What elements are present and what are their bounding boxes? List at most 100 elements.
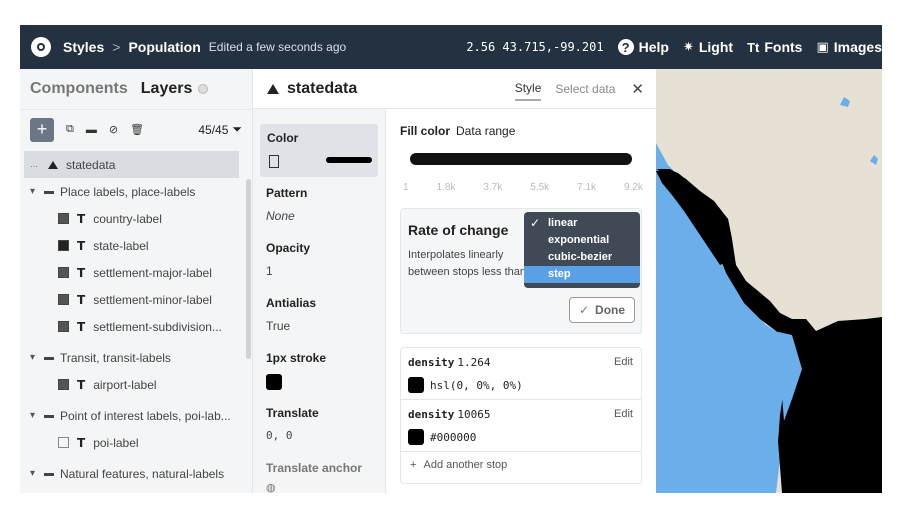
trash-icon[interactable]: 🗑 [130,123,144,136]
property-value: None [266,209,295,223]
property-label: Translate anchor [266,461,363,475]
chevron-down-icon[interactable]: ▾ [30,186,44,197]
stops-list: density 1.264 hsl(0, 0%, 0%) Edit densit… [400,347,642,484]
fill-color-header: Fill color Data range [400,124,515,138]
layer-group-place-labels[interactable]: ▾ ▬ Place labels, place-labels [24,178,239,205]
layer-row-settlement-major-label[interactable]: T settlement-major-label [24,259,239,286]
tab-style[interactable]: Style [514,77,542,101]
fonts-button[interactable]: Tt Fonts [747,39,802,55]
left-tabs: Components Layers [20,69,252,109]
lake-shape-2 [870,155,878,165]
tab-components[interactable]: Components [30,80,128,98]
done-label: Done [595,303,626,317]
layer-row-airport-label[interactable]: T airport-label [24,371,239,398]
layer-editor-header: statedata Style Select data ✕ [253,69,656,109]
option-cubic-bezier[interactable]: cubic-bezier [524,249,640,266]
layer-count: 45/45 [198,122,229,137]
duplicate-icon[interactable]: ⧉ [66,123,74,136]
layer-label: settlement-subdivision... [93,319,222,334]
property-label: Translate [266,406,319,420]
stop-value: 10065 [457,408,491,421]
help-button[interactable]: ? Help [617,39,669,55]
fill-mode[interactable]: Data range [456,124,515,138]
group-label: Transit, transit-labels [60,350,171,365]
symbol-layer-icon [58,240,69,251]
chevron-down-icon[interactable]: ▾ [30,468,44,479]
tick-label: 3.7k [483,182,503,193]
edit-stop-button[interactable]: Edit [614,408,633,420]
tick-label: 9.2k [624,182,643,193]
group-label: Place labels, place-labels [60,184,196,199]
light-button[interactable]: ✷ Light [683,39,733,55]
edit-stop-button[interactable]: Edit [614,356,633,368]
layer-row-settlement-subdivision[interactable]: T settlement-subdivision... [24,313,239,340]
layer-row-poi-label[interactable]: T poi-label [24,429,239,456]
layer-list: … statedata ▾ ▬ Place labels, place-labe… [24,151,239,487]
layer-group-poi-labels[interactable]: ▾ ▬ Point of interest labels, poi-lab... [24,402,239,429]
text-icon: T [77,319,86,334]
property-label: Opacity [266,241,311,255]
tab-select-data[interactable]: Select data [555,82,615,96]
layer-row-state-label[interactable]: T state-label [24,232,239,259]
divider [401,451,641,452]
text-icon: T [77,265,86,280]
app-window: Styles > Population Edited a few seconds… [20,25,882,493]
fill-color-label: Fill color [400,124,451,138]
color-ramp-preview [326,157,372,163]
property-translate-anchor[interactable]: Translate anchor ◍ [266,461,362,493]
lake-shape [840,97,850,107]
stroke-color-swatch[interactable] [266,374,282,390]
stop-key: density [408,408,455,421]
layer-group-natural-labels[interactable]: ▾ ▬ Natural features, natural-labels [24,460,239,487]
layer-row-country-label[interactable]: T country-label [24,205,239,232]
tab-layers[interactable]: Layers [141,80,193,98]
option-exponential[interactable]: exponential [524,232,640,249]
property-color[interactable]: Color [260,124,378,177]
question-icon: ? [617,39,634,55]
property-antialias[interactable]: Antialias True [266,296,316,333]
close-icon[interactable]: ✕ [631,80,644,98]
data-range-ticks: 1 1.8k 3.7k 5.5k 7.1k 9.2k [403,182,643,193]
interpolation-dropdown[interactable]: linear exponential cubic-bezier step [524,212,640,288]
layer-label: settlement-major-label [93,265,212,280]
property-value: 0, 0 [266,429,293,442]
image-icon: ▣ [816,39,829,54]
folder-icon[interactable]: ▬ [86,124,97,136]
done-button[interactable]: ✓ Done [569,297,635,323]
layer-row-settlement-minor-label[interactable]: T settlement-minor-label [24,286,239,313]
property-opacity[interactable]: Opacity 1 [266,241,310,278]
data-range-ramp[interactable] [410,153,632,165]
fill-layer-icon [267,83,279,94]
property-label: Antialias [266,296,317,310]
symbol-layer-icon [58,437,69,448]
option-linear[interactable]: linear [524,215,640,232]
symbol-layer-icon [58,213,69,224]
stop-color-swatch[interactable] [408,377,424,393]
drag-handle-icon[interactable]: … [30,160,42,169]
layer-group-transit[interactable]: ▾ ▬ Transit, transit-labels [24,344,239,371]
breadcrumb-styles[interactable]: Styles [63,39,104,55]
layer-editor-panel: statedata Style Select data ✕ Color Patt… [253,69,656,493]
fill-color-editor: Fill color Data range 1 1.8k 3.7k 5.5k 7.… [398,109,648,493]
layer-list-scrollbar[interactable] [246,179,251,359]
plus-icon: + [410,459,417,471]
property-stroke[interactable]: 1px stroke [266,351,326,390]
font-icon: Tt [747,39,760,55]
property-pattern[interactable]: Pattern None [266,186,307,223]
logo-icon[interactable] [31,37,51,57]
property-translate[interactable]: Translate 0, 0 [266,406,319,442]
filter-icon[interactable]: ⏷ [232,122,242,137]
stop-color: hsl(0, 0%, 0%) [430,378,523,392]
layer-row-statedata[interactable]: … statedata [24,151,239,178]
chevron-down-icon[interactable]: ▾ [30,352,44,363]
breadcrumb-style-name[interactable]: Population [128,39,200,55]
add-layer-button[interactable]: + [30,117,54,142]
folder-icon: ▬ [44,186,54,197]
chevron-down-icon[interactable]: ▾ [30,410,44,421]
hide-icon[interactable]: ⊘ [109,123,118,136]
images-button[interactable]: ▣ Images [816,39,882,55]
map-view[interactable] [656,69,882,493]
add-stop-button[interactable]: + Add another stop [410,459,507,471]
option-step[interactable]: step [524,266,640,283]
stop-color-swatch[interactable] [408,429,424,445]
